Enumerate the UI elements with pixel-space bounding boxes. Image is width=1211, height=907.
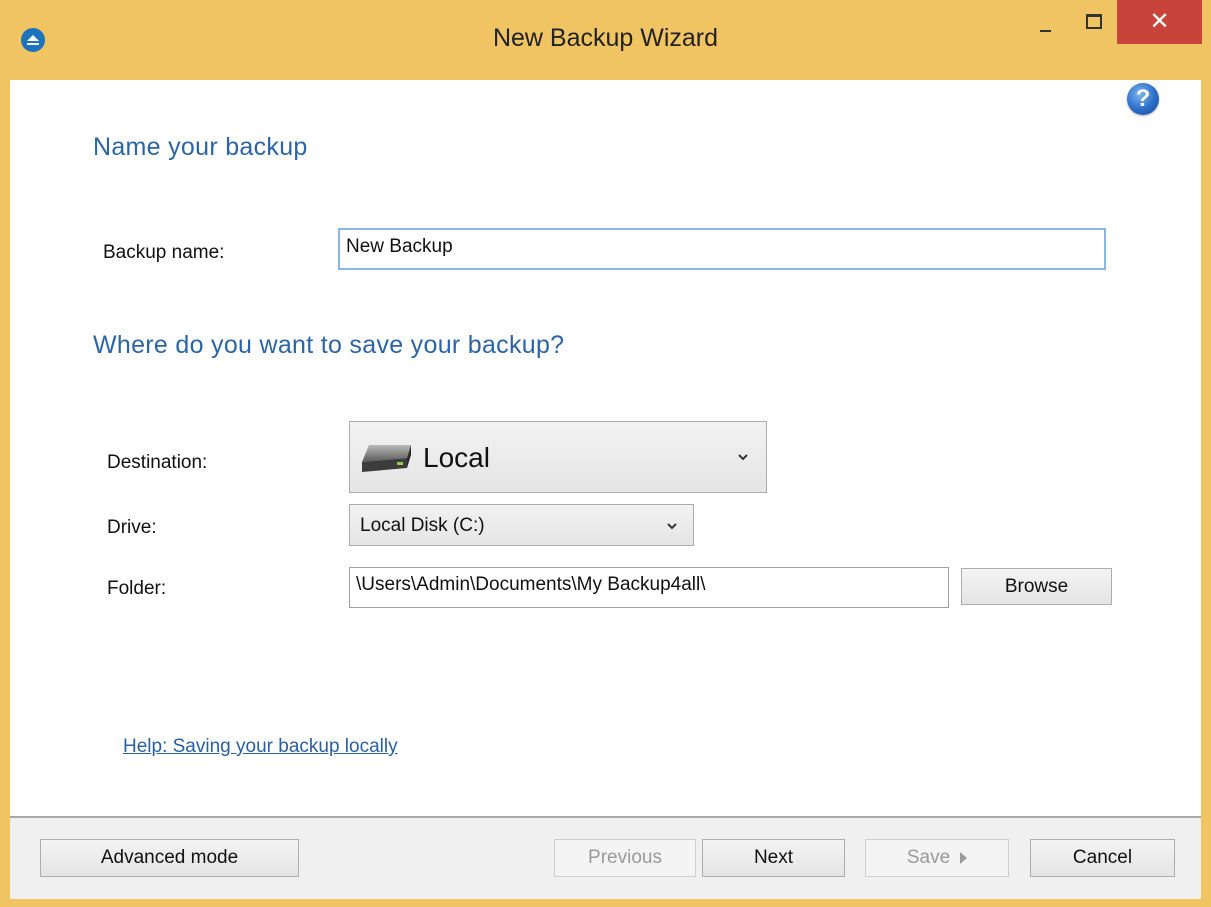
wizard-content: ? Name your backup Backup name: New Back… bbox=[10, 80, 1201, 816]
name-section-heading: Name your backup bbox=[93, 133, 308, 161]
folder-input[interactable]: \Users\Admin\Documents\My Backup4all\ bbox=[349, 567, 949, 608]
chevron-down-icon bbox=[738, 454, 748, 461]
folder-label: Folder: bbox=[107, 578, 167, 599]
save-button[interactable]: Save bbox=[865, 839, 1009, 877]
play-arrow-icon bbox=[960, 851, 968, 864]
save-button-label: Save bbox=[906, 847, 951, 868]
next-button[interactable]: Next bbox=[702, 839, 845, 877]
advanced-mode-button[interactable]: Advanced mode bbox=[40, 839, 299, 877]
save-section-heading: Where do you want to save your backup? bbox=[93, 331, 565, 359]
wizard-footer: Advanced mode Previous Next Save Cancel bbox=[10, 818, 1201, 899]
destination-label: Destination: bbox=[107, 452, 208, 473]
previous-button[interactable]: Previous bbox=[554, 839, 696, 877]
drive-dropdown[interactable]: Local Disk (C:) bbox=[349, 504, 694, 546]
drive-value: Local Disk (C:) bbox=[360, 515, 485, 536]
browse-button[interactable]: Browse bbox=[961, 568, 1112, 605]
help-icon[interactable]: ? bbox=[1127, 83, 1159, 115]
help-link[interactable]: Help: Saving your backup locally bbox=[123, 736, 398, 758]
close-button[interactable]: ✕ bbox=[1117, 0, 1202, 44]
cancel-button[interactable]: Cancel bbox=[1030, 839, 1175, 877]
destination-value: Local bbox=[423, 442, 490, 473]
backup-name-label: Backup name: bbox=[103, 242, 225, 263]
drive-label: Drive: bbox=[107, 517, 157, 538]
destination-dropdown[interactable]: Local bbox=[349, 421, 767, 493]
minimize-button[interactable] bbox=[1022, 0, 1068, 44]
wizard-window: New Backup Wizard ✕ ? Name your backup B… bbox=[0, 0, 1211, 907]
chevron-down-icon bbox=[667, 523, 677, 530]
backup-name-input[interactable]: New Backup bbox=[338, 228, 1106, 270]
hard-drive-icon bbox=[362, 445, 411, 472]
title-bar[interactable]: New Backup Wizard ✕ bbox=[0, 0, 1211, 80]
maximize-button[interactable] bbox=[1070, 0, 1116, 44]
